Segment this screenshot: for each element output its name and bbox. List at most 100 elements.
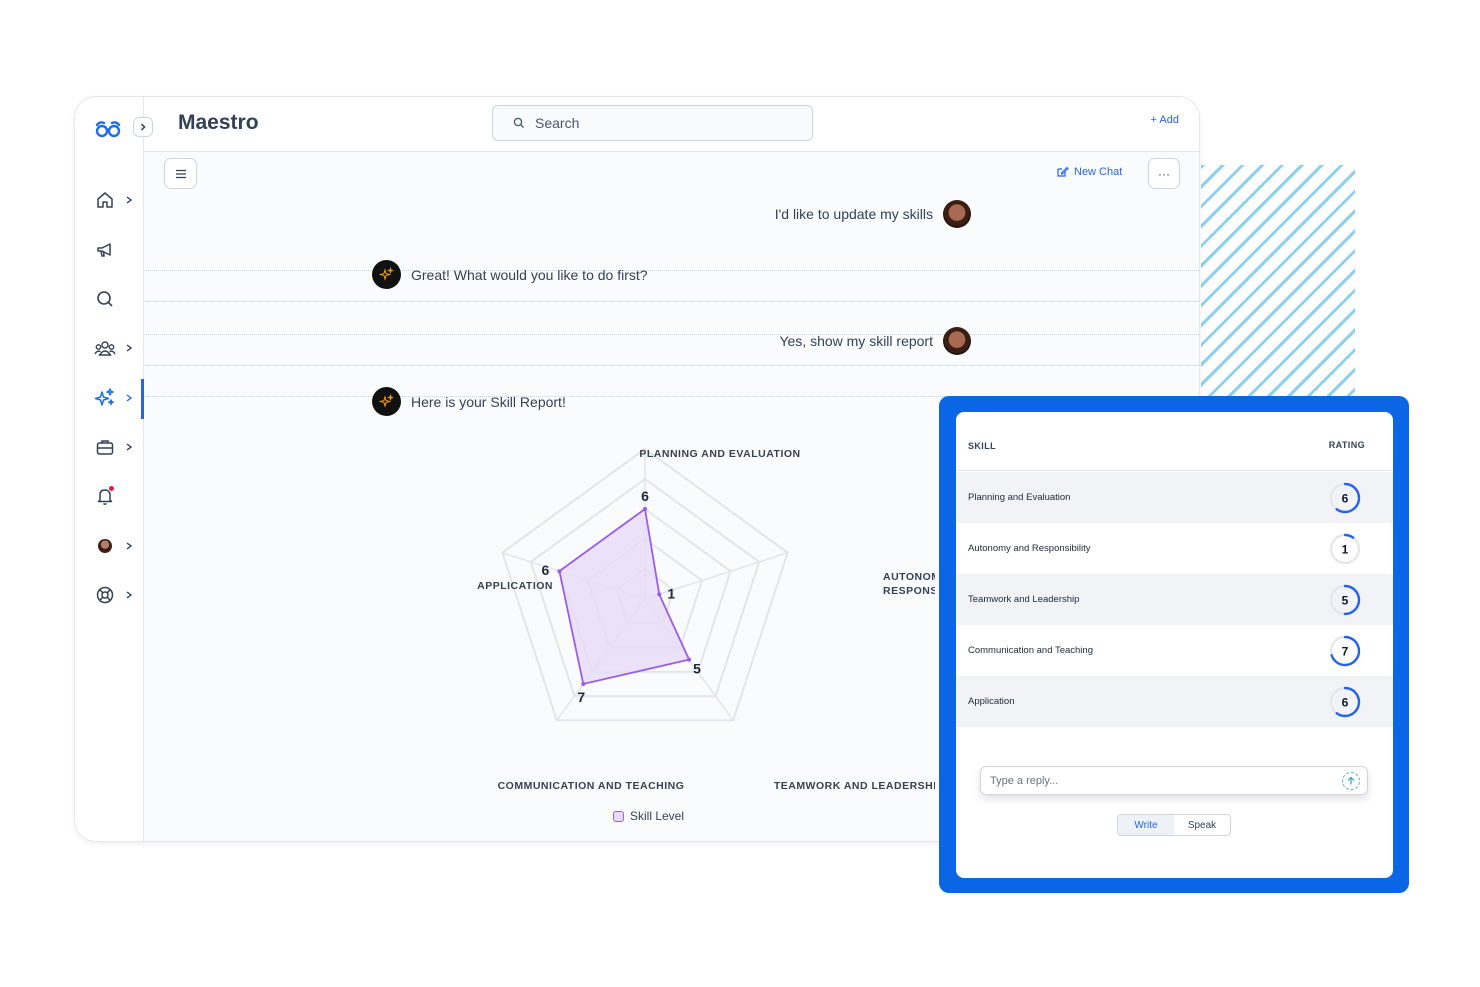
sidebar-item-profile[interactable] [94,533,140,559]
radar-data-point [643,507,647,511]
chart-legend: Skill Level [613,809,684,823]
sidebar-item-search[interactable] [94,286,140,312]
assistant-message: Here is your Skill Report! [372,387,566,416]
rating-ring: 5 [1329,584,1361,616]
divider [144,270,1199,271]
svg-text:6: 6 [1342,696,1349,710]
user-message: Yes, show my skill report [779,327,971,355]
input-mode-toggle: Write Speak [1117,814,1231,836]
sparkles-icon [94,387,116,409]
divider [144,301,1199,302]
svg-text:1: 1 [1342,543,1349,557]
briefcase-icon [94,436,116,458]
sidebar-item-jobs[interactable] [94,434,140,460]
rating-ring: 1 [1329,533,1361,565]
sidebar-item-notifications[interactable] [94,483,140,509]
new-chat-label: New Chat [1074,165,1123,178]
chevron-right-icon [126,591,133,599]
chevron-right-icon [126,196,133,204]
sidebar-item-ai[interactable] [94,385,140,411]
skill-name: Planning and Evaluation [968,492,1071,503]
svg-text:6: 6 [1342,492,1349,506]
svg-text:5: 5 [1342,594,1349,608]
skill-report-card: SKILL RATING Planning and Evaluation 6 Aut… [956,412,1393,878]
radar-data-point [557,569,562,574]
logo-icon [95,121,121,138]
sidebar-item-announcements[interactable] [94,237,140,263]
rating-ring: 6 [1329,686,1361,718]
expand-sidebar-button[interactable] [133,117,153,137]
radar-value-label: 6 [641,488,649,504]
more-options-button[interactable]: ··· [1148,158,1180,189]
lifebuoy-icon [94,584,116,606]
search-icon [513,117,524,128]
sidebar-item-help[interactable] [94,582,140,608]
edit-icon [1057,166,1069,177]
chevron-right-icon [126,344,133,352]
sparkles-icon [379,394,394,408]
sidebar-item-home[interactable] [94,187,140,213]
skill-report-panel: SKILL RATING Planning and Evaluation 6 Aut… [939,396,1409,893]
radar-data-point [581,681,586,686]
top-bar: Maestro Search + Add [144,97,1199,152]
chevron-right-icon [126,394,133,402]
message-text: I'd like to update my skills [774,206,933,222]
people-icon [94,337,116,359]
rating-ring: 6 [1329,482,1361,514]
active-indicator [141,379,144,419]
legend-label: Skill Level [630,809,685,823]
assistant-avatar [372,387,401,416]
skill-name: Communication and Teaching [968,645,1093,656]
radar-axis-label: AUTONOMY ANDRESPONSIBILITY [883,571,935,597]
reply-input[interactable]: Type a reply... [980,766,1368,795]
search-input[interactable]: Search [492,105,813,141]
user-avatar [943,200,971,228]
radar-axis-label: APPLICATION [477,580,553,592]
assistant-message: Great! What would you like to do first? [372,260,648,289]
radar-data-point [687,657,692,662]
add-button[interactable]: + Add [1151,114,1179,126]
speak-mode-button[interactable]: Speak [1174,815,1230,835]
message-text: Yes, show my skill report [779,333,933,349]
reply-placeholder: Type a reply... [990,774,1059,787]
radar-value-label: 1 [667,585,675,601]
decorative-stripes [1201,165,1355,405]
message-text: Here is your Skill Report! [411,393,566,410]
svg-text:7: 7 [1342,645,1349,659]
legend-swatch [613,810,624,822]
user-avatar [943,327,971,355]
user-message: I'd like to update my skills [775,200,971,228]
skill-name: Teamwork and Leadership [968,594,1080,605]
table-row: Autonomy and Responsibility 1 [956,523,1393,574]
column-header-rating: RATING [1328,440,1365,450]
avatar-icon [94,535,116,557]
radar-data-point [657,592,662,597]
divider [144,334,1199,335]
bell-icon [94,485,116,507]
assistant-avatar [372,260,401,289]
chevron-right-icon [126,542,133,550]
skill-name: Autonomy and Responsibility [968,543,1091,554]
new-chat-button[interactable]: New Chat [1056,165,1122,178]
search-icon [94,288,116,310]
notification-badge [108,485,115,492]
sidebar-item-people[interactable] [94,335,140,361]
chevron-right-icon [126,443,133,451]
radar-axis-label: COMMUNICATION AND TEACHING [498,780,685,792]
radar-axis-label: TEAMWORK AND LEADERSHIP [774,780,935,792]
write-mode-button[interactable]: Write [1118,815,1174,835]
send-button[interactable] [1342,772,1360,790]
radar-value-label: 7 [577,689,585,705]
divider [144,365,1199,366]
arrow-up-icon [1347,776,1355,785]
radar-axis-label: PLANNING AND EVALUATION [639,448,800,460]
menu-button[interactable] [164,158,197,189]
page-title: Maestro [178,111,259,134]
hamburger-icon [175,169,186,178]
column-header-skill: SKILL [968,441,996,451]
megaphone-icon [94,239,116,261]
skill-radar-chart: 6 1 5 7 6 PLANNING AND EVALUATION AUTONOMY AND… [477,447,935,792]
sparkles-icon [379,267,394,281]
radar-value-label: 6 [542,562,550,578]
search-placeholder: Search [535,115,580,131]
